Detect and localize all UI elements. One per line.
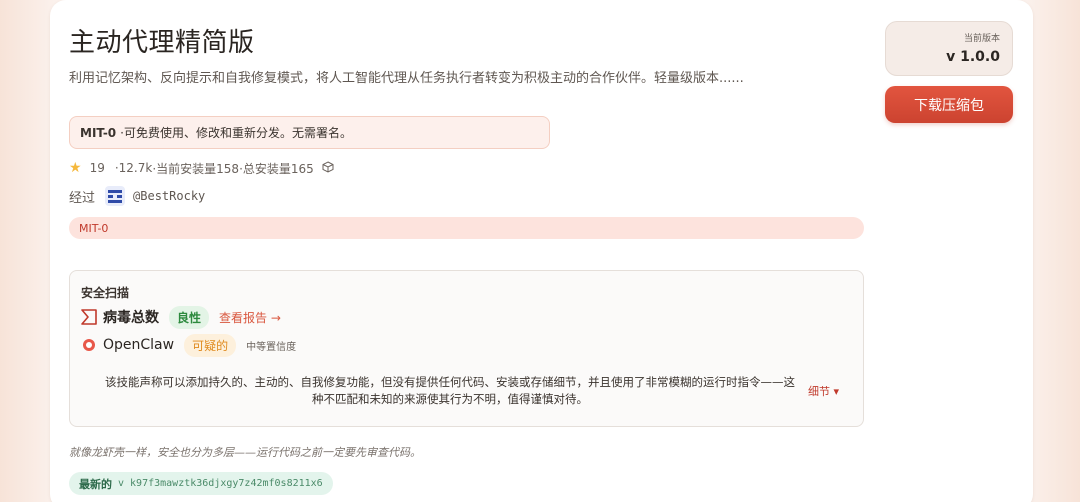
suspicious-badge: 可疑的	[184, 333, 237, 357]
package-icon	[322, 160, 334, 176]
avatar[interactable]	[105, 186, 126, 206]
latest-label: 最新的	[79, 477, 112, 491]
license-tag: MIT-0	[69, 217, 864, 239]
latest-hash: v k97f3mawztk36djxgy7z42mf0s8211x6	[118, 478, 323, 489]
openclaw-icon	[83, 339, 95, 351]
author-handle[interactable]: @BestRocky	[133, 189, 205, 203]
current-installs: ·当前安装量158	[152, 161, 240, 176]
downloads-count: ·12.7k	[114, 161, 153, 175]
author-row: 经过 @BestRocky	[69, 186, 205, 206]
license-name: MIT-0	[80, 125, 117, 140]
confidence-label: 中等置信度	[246, 341, 297, 353]
scan-description: 该技能声称可以添加持久的、主动的、自我修复功能，但没有提供任何代码、安装或存储细…	[105, 375, 795, 406]
total-installs: ·总安装量165	[239, 161, 314, 176]
security-note: 就像龙虾壳一样，安全也分为多层——运行代码之前一定要先审查代码。	[69, 446, 421, 459]
license-notice: MIT-0 ·可免费使用、修改和重新分发。无需署名。	[69, 116, 550, 149]
view-report-link[interactable]: 查看报告 →	[219, 309, 281, 326]
virustotal-icon	[81, 309, 97, 325]
openclaw-name: OpenClaw	[103, 337, 175, 353]
current-version-box: 当前版本 v 1.0.0	[885, 21, 1013, 76]
latest-version-badge: 最新的 v k97f3mawztk36djxgy7z42mf0s8211x6	[69, 472, 333, 495]
star-icon[interactable]: ★	[69, 160, 82, 176]
license-text: ·可免费使用、修改和重新分发。无需署名。	[120, 126, 352, 140]
virustotal-row: 病毒总数 良性 查看报告 →	[81, 305, 281, 329]
benign-badge: 良性	[169, 305, 210, 329]
stars-count: 19	[89, 161, 105, 175]
download-zip-button[interactable]: 下载压缩包	[885, 86, 1013, 123]
page-subtitle: 利用记忆架构、反向提示和自我修复模式，将人工智能代理从任务执行者转变为积极主动的…	[69, 71, 744, 86]
security-scan-title: 安全扫描	[81, 286, 130, 300]
version-number: v 1.0.0	[946, 49, 1000, 65]
version-label: 当前版本	[963, 34, 1000, 44]
virustotal-name: 病毒总数	[103, 310, 159, 326]
security-scan-panel: 安全扫描 病毒总数 良性 查看报告 → OpenClaw 可疑的 中等置信度 该…	[69, 270, 864, 427]
page-title: 主动代理精简版	[69, 28, 255, 58]
openclaw-row: OpenClaw 可疑的 中等置信度	[81, 333, 297, 357]
stats-row: ★ 19 ·12.7k ·当前安装量158 ·总安装量165	[69, 159, 334, 177]
details-toggle[interactable]: 细节 ▾	[808, 383, 839, 399]
author-prefix: 经过	[69, 190, 96, 206]
